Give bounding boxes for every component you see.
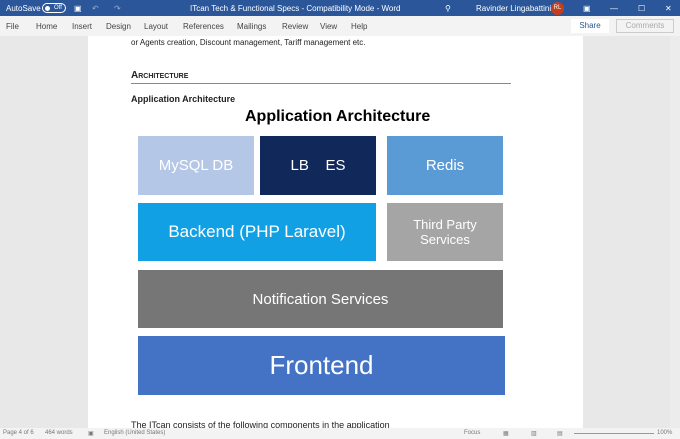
tab-references[interactable]: References (183, 22, 224, 31)
title-bar: AutoSave Off ▣ ↶ ↷ ITcan Tech & Function… (0, 0, 680, 16)
tab-mailings[interactable]: Mailings (237, 22, 266, 31)
box-backend: Backend (PHP Laravel) (138, 203, 376, 261)
zoom-slider[interactable] (574, 433, 654, 434)
autosave-toggle[interactable]: Off (42, 3, 66, 13)
share-label: Share (579, 21, 601, 30)
undo-icon[interactable]: ↶ (92, 4, 99, 13)
tab-help[interactable]: Help (351, 22, 367, 31)
box-redis: Redis (387, 136, 503, 195)
tab-layout[interactable]: Layout (144, 22, 168, 31)
minimize-icon[interactable]: — (610, 4, 618, 13)
window-title: ITcan Tech & Functional Specs - Compatib… (190, 3, 401, 13)
ribbon-display-icon[interactable]: ▣ (583, 4, 591, 13)
web-layout-icon[interactable]: ▤ (557, 430, 563, 437)
tab-view[interactable]: View (320, 22, 337, 31)
share-button[interactable]: Share (571, 19, 609, 33)
section-heading: Architecture (131, 70, 189, 81)
comments-button[interactable]: Comments (616, 19, 674, 33)
tab-file[interactable]: File (6, 22, 19, 31)
tab-home[interactable]: Home (36, 22, 57, 31)
box-notification: Notification Services (138, 270, 503, 328)
print-layout-icon[interactable]: ▥ (531, 430, 537, 437)
language[interactable]: English (United States) (104, 430, 165, 436)
avatar[interactable]: RL (551, 2, 564, 15)
zoom-level[interactable]: 100% (657, 430, 672, 436)
focus-button[interactable]: Focus (464, 430, 480, 436)
heading-rule (131, 83, 511, 84)
proofing-icon[interactable]: ▣ (88, 430, 94, 437)
diagram-title: Application Architecture (245, 108, 431, 125)
box-frontend: Frontend (138, 336, 505, 395)
read-mode-icon[interactable]: ▦ (503, 430, 509, 437)
body-text-line: or Agents creation, Discount management,… (131, 38, 366, 47)
user-name[interactable]: Ravinder Lingabattini (476, 4, 551, 13)
subheading: Application Architecture (131, 94, 236, 104)
close-icon[interactable]: ✕ (665, 4, 672, 13)
status-bar: Page 4 of 6 464 words ▣ English (United … (0, 428, 680, 439)
maximize-icon[interactable]: ☐ (638, 4, 645, 13)
autosave-label: AutoSave (6, 3, 41, 13)
comments-label: Comments (625, 21, 665, 30)
vertical-scrollbar[interactable] (670, 36, 680, 428)
save-icon[interactable]: ▣ (74, 4, 82, 13)
box-lb-es: LB ES (260, 136, 376, 195)
search-icon[interactable]: ⚲ (445, 4, 451, 13)
box-mysql-db: MySQL DB (138, 136, 254, 195)
tab-review[interactable]: Review (282, 22, 308, 31)
document-page[interactable]: or Agents creation, Discount management,… (88, 36, 583, 430)
box-third-party: Third Party Services (387, 203, 503, 261)
ribbon-tabs: File Home Insert Design Layout Reference… (0, 16, 680, 36)
tab-design[interactable]: Design (106, 22, 131, 31)
page-count[interactable]: Page 4 of 6 (3, 430, 34, 436)
word-count[interactable]: 464 words (45, 430, 73, 436)
tab-insert[interactable]: Insert (72, 22, 92, 31)
redo-icon[interactable]: ↷ (114, 4, 121, 13)
